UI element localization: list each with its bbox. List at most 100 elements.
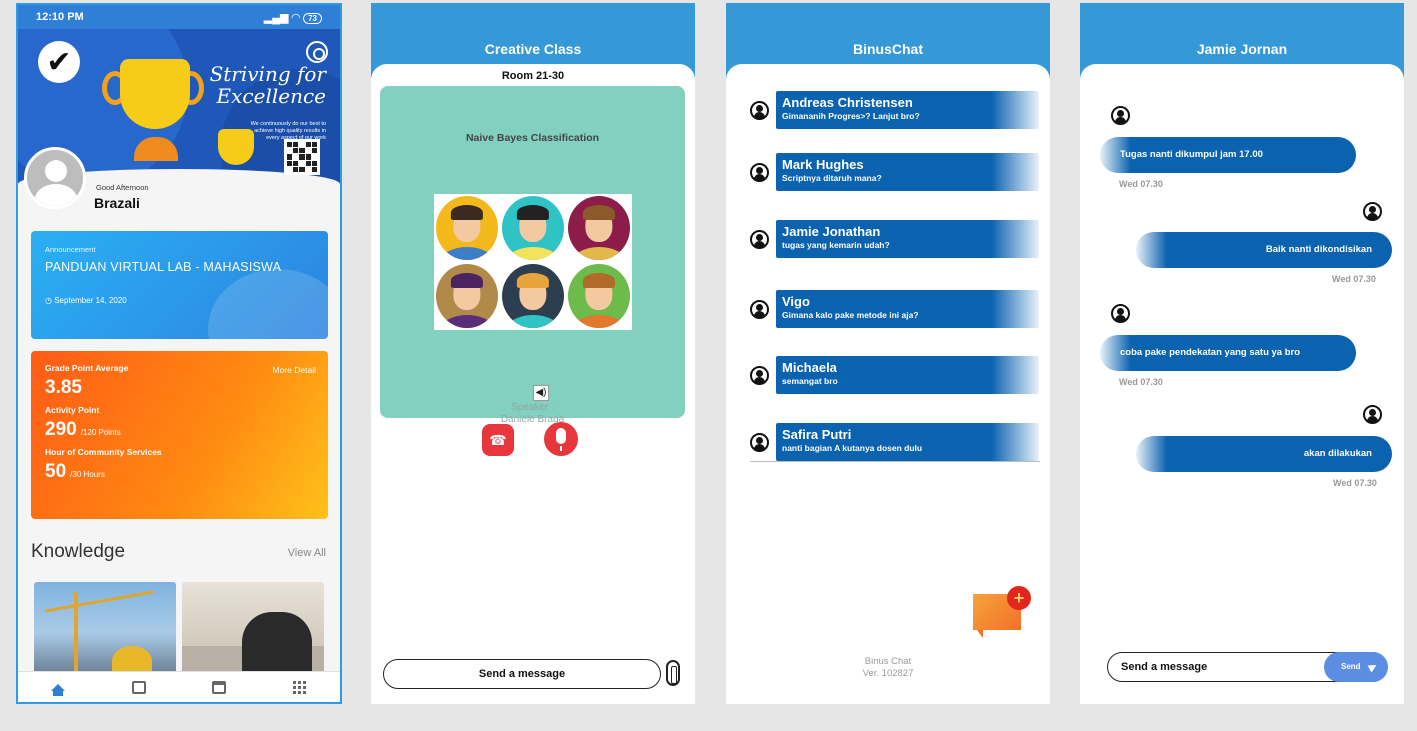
- chat-name: Jamie Jonathan: [782, 224, 881, 239]
- announcement-date: September 14, 2020: [54, 296, 127, 305]
- participant-avatar[interactable]: [502, 264, 564, 328]
- participant-avatar[interactable]: [568, 264, 630, 328]
- avatar[interactable]: [24, 147, 86, 209]
- announcement-card[interactable]: Announcement PANDUAN VIRTUAL LAB - MAHAS…: [31, 231, 328, 339]
- knowledge-card-construction[interactable]: [34, 582, 176, 674]
- user-name: Brazali: [94, 195, 140, 211]
- banner-title: Striving for Excellence: [209, 62, 326, 108]
- send-button[interactable]: Send: [1324, 652, 1388, 682]
- send-arrow-icon: [1367, 661, 1379, 673]
- message-time: Wed 07.30: [1332, 274, 1376, 284]
- battery-indicator: 73: [303, 12, 322, 24]
- status-icons: ▂▄▆ ◠ 73: [264, 11, 322, 24]
- chat-item-body: Andreas Christensen Gimananih Progres>? L…: [776, 91, 1039, 129]
- status-time: 12:10 PM: [36, 11, 84, 23]
- chat-preview: Gimana kalo pake metode ini aja?: [782, 310, 919, 320]
- home-icon[interactable]: [51, 683, 66, 696]
- contact-avatar-icon: [1111, 106, 1130, 125]
- activity-value-row: 290/120 Points: [45, 419, 314, 441]
- new-chat-button[interactable]: +: [973, 586, 1033, 638]
- trophy-icon: [102, 59, 204, 161]
- message-bubble-incoming: coba pake pendekatan yang satu ya bro: [1100, 335, 1356, 371]
- message-time: Wed 07.30: [1119, 179, 1163, 189]
- speaker-label: Speaker :: [511, 402, 554, 413]
- app-logo-icon: ✔: [38, 41, 80, 83]
- home-screen: 12:10 PM ▂▄▆ ◠ 73 ✔ Striving for Excelle…: [16, 3, 342, 704]
- chat-preview: semangat bro: [782, 376, 838, 386]
- chat-list-panel: Andreas Christensen Gimananih Progres>? L…: [726, 64, 1050, 704]
- divider: [750, 461, 1040, 462]
- user-icon: [750, 101, 769, 120]
- chat-preview: tugas yang kemarin udah?: [782, 240, 890, 250]
- page-title: Jamie Jornan: [1196, 41, 1288, 57]
- chat-list-screen: BinusChat Andreas Christensen Gimananih P…: [726, 3, 1050, 704]
- chat-item[interactable]: Andreas Christensen Gimananih Progres>? L…: [750, 91, 1040, 129]
- status-bar: 12:10 PM ▂▄▆ ◠ 73: [18, 5, 340, 29]
- activity-value: 290: [45, 419, 77, 440]
- grid-icon[interactable]: [292, 680, 307, 694]
- qr-code-icon[interactable]: [284, 139, 320, 175]
- chat-item[interactable]: Vigo Gimana kalo pake metode ini aja?: [750, 290, 1040, 328]
- chat-item[interactable]: Safira Putri nanti bagian A kutanya dosen…: [750, 423, 1040, 462]
- chat-item[interactable]: Jamie Jonathan tugas yang kemarin udah?: [750, 220, 1040, 258]
- news-icon[interactable]: [131, 680, 146, 694]
- page-title: Creative Class: [484, 41, 582, 57]
- participant-avatar[interactable]: [436, 196, 498, 260]
- paperclip-icon[interactable]: [666, 660, 680, 686]
- user-icon: [750, 366, 769, 385]
- chat-item-body: Vigo Gimana kalo pake metode ini aja?: [776, 290, 1039, 328]
- chat-item-body: Jamie Jonathan tugas yang kemarin udah?: [776, 220, 1039, 258]
- activity-unit: /120 Points: [80, 428, 121, 437]
- chat-item-body: Michaela semangat bro: [776, 356, 1039, 394]
- gear-icon[interactable]: [306, 41, 328, 63]
- announcement-label: Announcement: [45, 245, 96, 254]
- community-label: Hour of Community Services: [45, 447, 162, 457]
- user-icon: [750, 163, 769, 182]
- chat-name: Andreas Christensen: [782, 95, 913, 110]
- message-time: Wed 07.30: [1119, 377, 1163, 387]
- chat-item[interactable]: Mark Hughes Scriptnya ditaruh mana?: [750, 153, 1040, 191]
- greeting-text: Good Afternoon: [96, 183, 149, 192]
- hang-up-button[interactable]: ☎: [482, 424, 514, 456]
- speaker-name: Daniele Braga: [500, 414, 565, 425]
- send-label: Send: [1341, 662, 1361, 671]
- participant-avatar[interactable]: [436, 264, 498, 328]
- chat-item[interactable]: Michaela semangat bro: [750, 356, 1040, 394]
- message-time: Wed 07.30: [1333, 478, 1377, 488]
- community-unit: /30 Hours: [70, 470, 105, 479]
- participant-avatar[interactable]: [502, 196, 564, 260]
- self-avatar-icon: [1363, 405, 1382, 424]
- user-icon: [750, 230, 769, 249]
- topic-title: Naive Bayes Classification: [465, 132, 600, 144]
- knowledge-title: Knowledge: [31, 541, 126, 562]
- self-avatar-icon: [1363, 202, 1382, 221]
- calendar-icon[interactable]: [212, 680, 227, 694]
- page-title: BinusChat: [853, 41, 923, 57]
- community-value: 50: [45, 461, 67, 482]
- chat-name: Vigo: [782, 294, 810, 309]
- microphone-button[interactable]: [544, 422, 578, 456]
- more-detail-link[interactable]: More Detail: [273, 365, 316, 375]
- activity-label: Activity Point: [45, 405, 100, 415]
- app-name: Binus Chat: [864, 656, 912, 667]
- bottom-tab-bar: [18, 671, 340, 702]
- version-info: Binus Chat Ver. 102827: [726, 656, 1050, 680]
- card-decoration: [208, 269, 328, 339]
- clock-icon: ◷: [45, 296, 52, 305]
- view-all-link[interactable]: View All: [288, 547, 326, 559]
- plus-icon: +: [1007, 586, 1031, 610]
- user-icon: [750, 300, 769, 319]
- participant-avatar[interactable]: [568, 196, 630, 260]
- chat-preview: nanti bagian A kutanya dosen dulu: [782, 443, 923, 453]
- message-input[interactable]: Send a message: [383, 659, 661, 689]
- user-icon: [750, 433, 769, 452]
- chat-item-body: Safira Putri nanti bagian A kutanya dosen…: [776, 423, 1039, 461]
- gpa-value: 3.85: [45, 377, 82, 398]
- chat-preview: Scriptnya ditaruh mana?: [782, 173, 882, 183]
- class-screen: Creative Class Room 21-30 Naive Bayes Cl…: [371, 3, 695, 704]
- message-bubble-incoming: Tugas nanti dikumpul jam 17.00: [1100, 137, 1356, 173]
- chat-preview: Gimananih Progres>? Lanjut bro?: [782, 111, 920, 121]
- knowledge-card-studying[interactable]: [182, 582, 324, 674]
- message-bubble-outgoing: akan dilakukan: [1136, 436, 1392, 472]
- chat-item-body: Mark Hughes Scriptnya ditaruh mana?: [776, 153, 1039, 191]
